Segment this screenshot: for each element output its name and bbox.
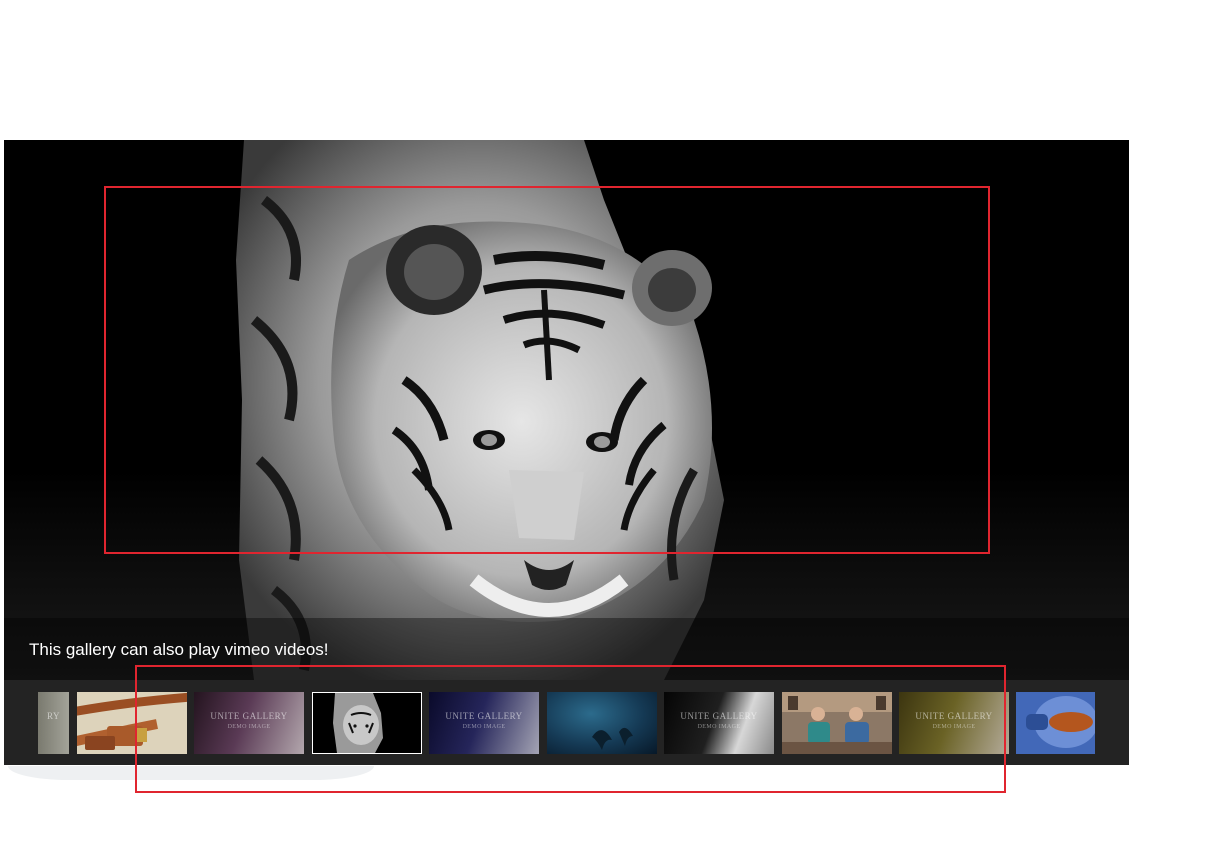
caption-bar: This gallery can also play vimeo videos! [4, 618, 1129, 680]
thumb-blue-sunglasses[interactable] [1016, 692, 1095, 754]
thumb-demo-title: UNITE GALLERY [445, 711, 523, 721]
thumb-demo-black[interactable]: UNITE GALLERY DEMO IMAGE [664, 692, 774, 754]
main-image-tiger[interactable]: This gallery can also play vimeo videos! [4, 140, 1129, 680]
tiger-image [4, 140, 1129, 680]
copper-cable-image [77, 692, 187, 754]
thumb-demo-title: RY [46, 711, 60, 721]
thumb-demo-title: UNITE GALLERY [915, 711, 993, 721]
unite-gallery: This gallery can also play vimeo videos!… [4, 140, 1129, 765]
page-shadow [8, 766, 374, 780]
thumb-demo-navy[interactable]: UNITE GALLERY DEMO IMAGE [429, 692, 539, 754]
thumbnail-strip[interactable]: RY UNITE GALLERY DEMO IMAGE UNITE GALLER… [4, 680, 1129, 765]
underwater-image [592, 727, 633, 750]
blue-sunglasses-image [1016, 692, 1095, 754]
thumb-demo-subtitle: DEMO IMAGE [697, 724, 741, 730]
thumb-demo-subtitle: DEMO IMAGE [462, 724, 506, 730]
thumb-video-people[interactable] [782, 692, 892, 754]
thumb-demo-subtitle: DEMO IMAGE [932, 724, 976, 730]
thumb-demo-subtitle: DEMO IMAGE [227, 724, 271, 730]
caption-text: This gallery can also play vimeo videos! [29, 640, 329, 659]
thumb-copper-cable[interactable] [77, 692, 187, 754]
thumb-demo-title: UNITE GALLERY [210, 711, 288, 721]
tiger-thumb-image [313, 693, 421, 753]
thumb-tiger[interactable] [312, 692, 422, 754]
thumb-demo-olive[interactable]: UNITE GALLERY DEMO IMAGE [899, 692, 1009, 754]
video-people-image [782, 692, 892, 754]
thumb-demo-title: UNITE GALLERY [680, 711, 758, 721]
thumb-demo-purple[interactable]: UNITE GALLERY DEMO IMAGE [194, 692, 304, 754]
thumb-underwater[interactable] [547, 692, 657, 754]
thumb-partial-demo[interactable]: RY [38, 692, 69, 754]
